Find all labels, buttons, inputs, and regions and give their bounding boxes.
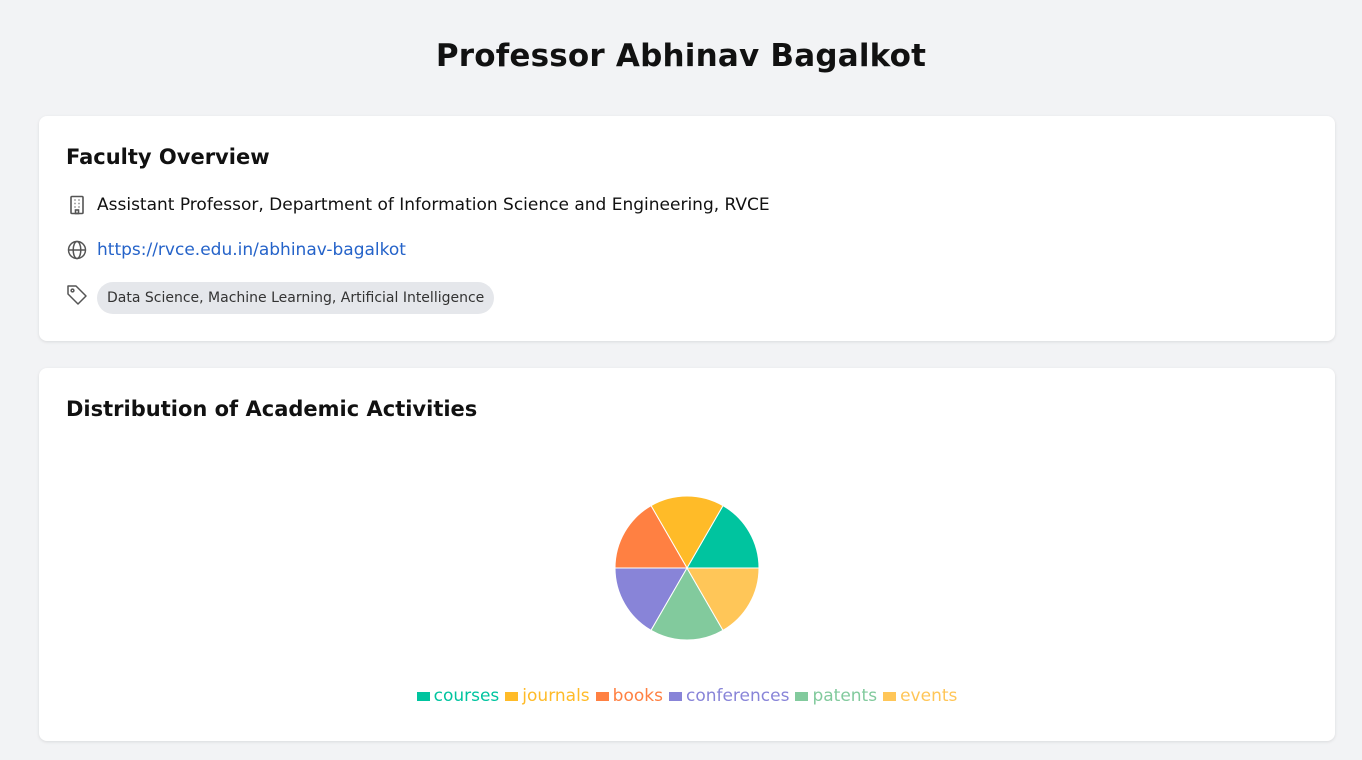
legend-label: events [900,686,958,706]
legend-label: courses [433,686,500,706]
legend-label: journals [522,686,590,706]
legend-swatch [595,691,609,701]
legend-swatch [795,691,809,701]
legend-item-patents[interactable]: patents [795,686,877,706]
website-row: https://rvce.edu.in/abhinav-bagalkot [66,239,406,261]
legend-swatch [416,691,430,701]
legend-swatch [505,691,519,701]
chart-heading: Distribution of Academic Activities [66,397,478,421]
legend-item-courses[interactable]: courses [416,686,500,706]
position-text: Assistant Professor, Department of Infor… [97,195,770,215]
website-link[interactable]: https://rvce.edu.in/abhinav-bagalkot [97,240,406,260]
legend-label: conferences [685,686,790,706]
legend-label: patents [812,686,878,706]
faculty-overview-card: Faculty Overview Assistant Professor, De… [39,116,1335,341]
legend-item-journals[interactable]: journals [505,686,590,706]
legend-item-events[interactable]: events [883,686,957,706]
globe-icon [66,239,88,261]
legend-swatch [668,691,682,701]
legend-item-conferences[interactable]: conferences [668,686,790,706]
legend-swatch [883,691,897,701]
tag-icon [66,284,88,306]
pie-chart-area [39,478,1335,658]
pie-chart [614,495,760,641]
chart-legend: courses journals books conferences patents ev… [39,686,1335,706]
faculty-overview-heading: Faculty Overview [66,145,270,169]
research-tags-chip: Data Science, Machine Learning, Artifici… [97,282,495,314]
legend-item-books[interactable]: books [595,686,663,706]
position-row: Assistant Professor, Department of Infor… [66,194,770,216]
building-icon [66,194,88,216]
page-title: Professor Abhinav Bagalkot [435,38,927,74]
legend-label: books [612,686,663,706]
academic-activities-card: Distribution of Academic Activities cour… [39,368,1335,741]
tags-row: Data Science, Machine Learning, Artifici… [66,282,495,314]
